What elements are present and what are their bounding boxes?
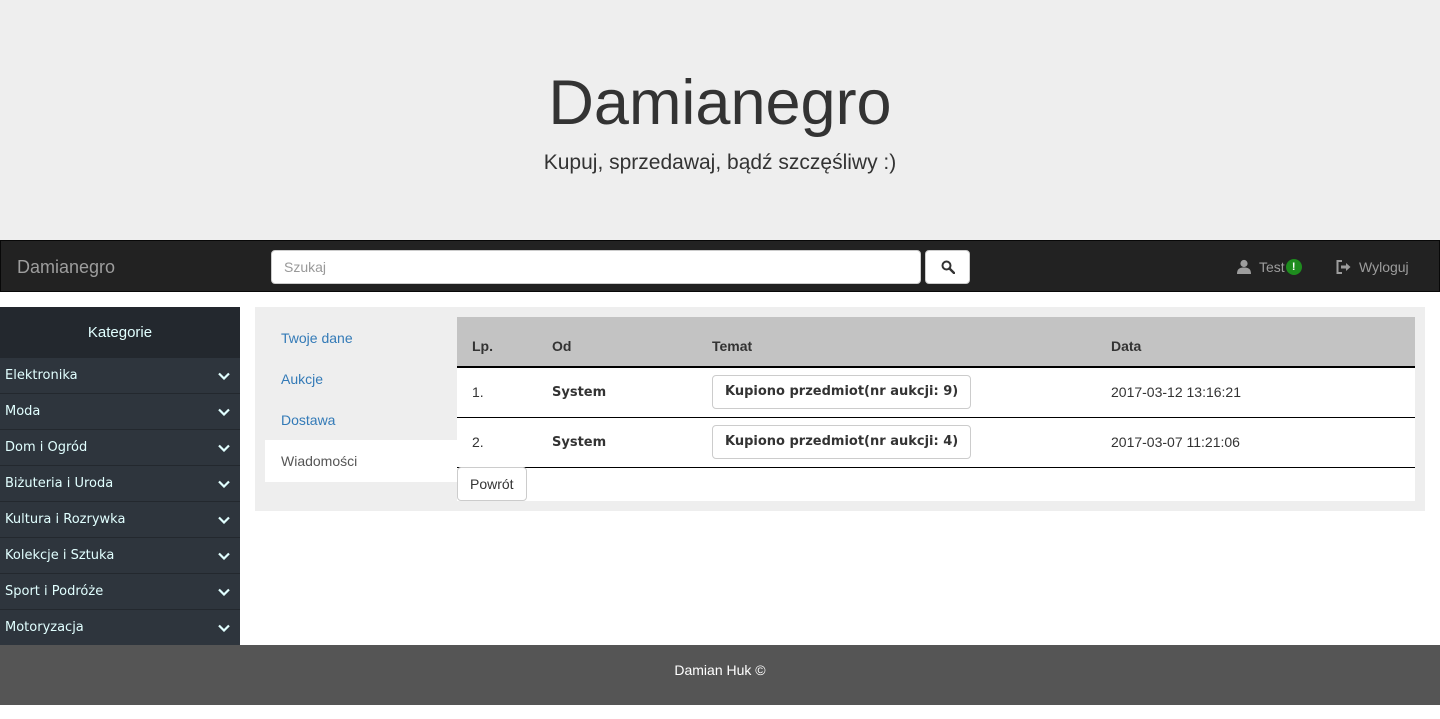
chevron-down-icon [218,624,230,632]
sidebar-item-label: Kolekcje i Sztuka [5,548,115,563]
chevron-down-icon [218,408,230,416]
navbar: Damianegro Test ! Wyloguj [0,240,1440,292]
sidebar-item-moda[interactable]: Moda [0,393,240,429]
logout-link[interactable]: Wyloguj [1336,257,1409,277]
tab-dostawa[interactable]: Dostawa [265,399,457,440]
search-input[interactable] [271,250,921,284]
table-header-row: Lp. Od Temat Data [457,317,1415,368]
site-title: Damianegro [548,68,892,138]
category-sidebar: Kategorie Elektronika Moda Dom i Ogród B… [0,307,240,645]
column-header-data: Data [1096,317,1415,368]
search-icon [941,260,955,274]
table-row: 1. System Kupiono przedmiot(nr aukcji: 9… [457,367,1415,418]
row-subject-cell: Kupiono przedmiot(nr aukcji: 4) [697,417,1096,468]
search-button[interactable] [925,250,970,284]
messages-table: Lp. Od Temat Data 1. System Kupiono prze… [457,317,1415,468]
sidebar-item-elektronika[interactable]: Elektronika [0,357,240,393]
chevron-down-icon [218,480,230,488]
sidebar-item-bizuteria-i-uroda[interactable]: Biżuteria i Uroda [0,465,240,501]
column-header-temat: Temat [697,317,1096,368]
chevron-down-icon [218,444,230,452]
chevron-down-icon [218,516,230,524]
navbar-brand[interactable]: Damianegro [17,256,115,278]
sidebar-item-label: Moda [5,404,41,419]
chevron-down-icon [218,552,230,560]
tab-twoje-dane[interactable]: Twoje dane [265,317,457,358]
row-number: 1. [457,367,537,418]
column-header-od: Od [537,317,697,368]
tab-aukcje[interactable]: Aukcje [265,358,457,399]
row-number: 2. [457,417,537,468]
sidebar-item-sport-i-podroze[interactable]: Sport i Podróże [0,573,240,609]
sidebar-item-label: Sport i Podróże [5,584,104,599]
chevron-down-icon [218,372,230,380]
footer-text: Damian Huk © [674,662,766,678]
sidebar-item-kultura-i-rozrywka[interactable]: Kultura i Rozrywka [0,501,240,537]
back-button[interactable]: Powrót [457,467,527,501]
row-sender: System [537,367,697,418]
tab-wiadomosci[interactable]: Wiadomości [265,440,457,482]
sidebar-item-motoryzacja[interactable]: Motoryzacja [0,609,240,645]
user-name: Test [1259,259,1285,275]
site-tagline: Kupuj, sprzedawaj, bądź szczęśliwy :) [543,151,897,174]
user-link[interactable]: Test ! [1237,257,1302,277]
footer: Damian Huk © [0,645,1440,705]
sidebar-item-kolekcje-i-sztuka[interactable]: Kolekcje i Sztuka [0,537,240,573]
row-date: 2017-03-07 11:21:06 [1096,417,1415,468]
sidebar-item-label: Elektronika [5,368,78,383]
chevron-down-icon [218,588,230,596]
sidebar-item-label: Biżuteria i Uroda [5,476,114,491]
notification-badge: ! [1285,259,1302,275]
account-panel: Twoje dane Aukcje Dostawa Wiadomości Lp.… [255,307,1425,511]
sidebar-title: Kategorie [0,307,240,357]
column-header-lp: Lp. [457,317,537,368]
row-sender: System [537,417,697,468]
sidebar-item-label: Dom i Ogród [5,440,88,455]
user-icon [1237,259,1251,274]
message-subject-button[interactable]: Kupiono przedmiot(nr aukcji: 9) [712,375,972,410]
table-row: 2. System Kupiono przedmiot(nr aukcji: 4… [457,417,1415,468]
account-tabs: Twoje dane Aukcje Dostawa Wiadomości [265,317,457,482]
message-subject-button[interactable]: Kupiono przedmiot(nr aukcji: 4) [712,425,972,459]
logout-icon [1336,260,1351,274]
logout-label: Wyloguj [1359,259,1409,275]
row-date: 2017-03-12 13:16:21 [1096,367,1415,418]
jumbotron: Damianegro Kupuj, sprzedawaj, bądź szczę… [0,0,1440,240]
sidebar-item-dom-i-ogrod[interactable]: Dom i Ogród [0,429,240,465]
messages-content: Lp. Od Temat Data 1. System Kupiono prze… [457,317,1415,501]
row-subject-cell: Kupiono przedmiot(nr aukcji: 9) [697,367,1096,418]
sidebar-item-label: Motoryzacja [5,620,84,635]
sidebar-item-label: Kultura i Rozrywka [5,512,126,527]
